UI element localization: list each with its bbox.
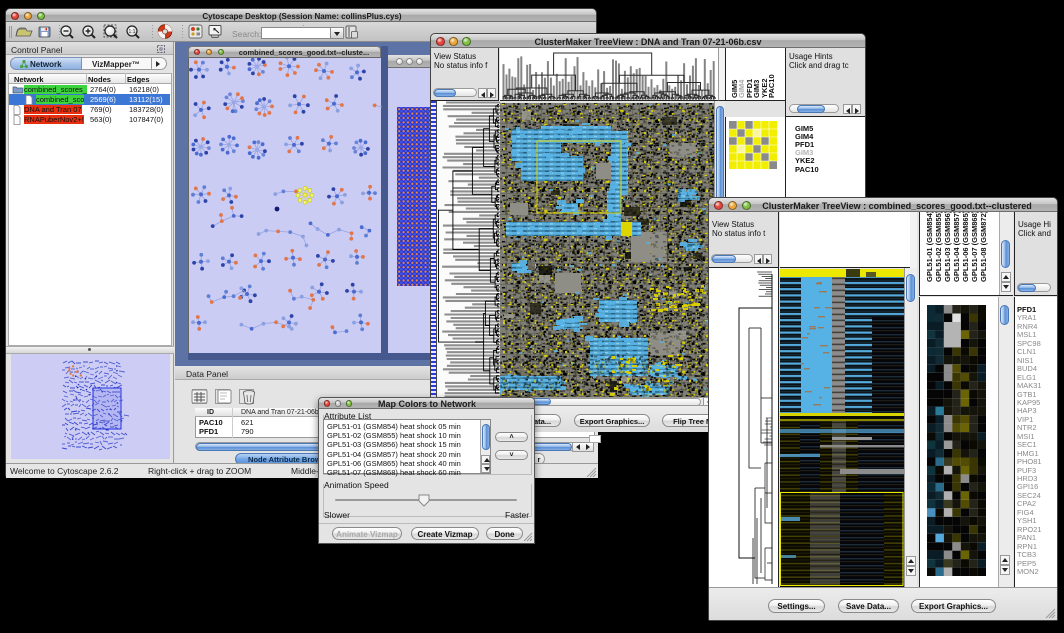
svg-text:1:1: 1:1 [129, 29, 136, 35]
